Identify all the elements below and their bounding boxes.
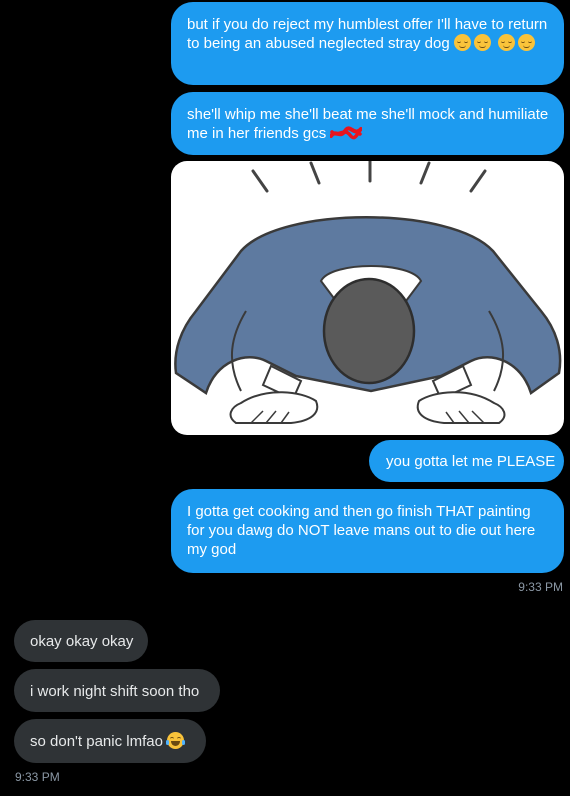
sent-message-bubble[interactable]: you gotta let me PLEASE bbox=[369, 440, 564, 482]
sent-timestamp: 9:33 PM bbox=[518, 580, 563, 594]
sent-message-bubble[interactable]: but if you do reject my humblest offer I… bbox=[171, 2, 564, 85]
message-text: okay okay okay bbox=[30, 633, 134, 650]
message-text: but if you do reject my humblest offer I… bbox=[187, 16, 548, 52]
red-redaction-scribble bbox=[330, 126, 363, 140]
relieved-face-icon bbox=[518, 34, 536, 51]
received-message-bubble[interactable]: i work night shift soon tho bbox=[14, 669, 220, 712]
bowing-person-illustration bbox=[174, 161, 562, 424]
received-timestamp: 9:33 PM bbox=[15, 770, 60, 784]
message-text: I gotta get cooking and then go finish T… bbox=[187, 503, 536, 558]
relieved-face-icon bbox=[453, 34, 471, 51]
received-message-bubble[interactable]: so don't panic lmfao bbox=[14, 719, 206, 763]
sent-message-bubble[interactable]: I gotta get cooking and then go finish T… bbox=[171, 489, 564, 573]
sent-message-bubble[interactable]: she'll whip me she'll beat me she'll moc… bbox=[171, 92, 564, 155]
message-text: i work night shift soon tho bbox=[30, 683, 200, 700]
received-message-bubble[interactable]: okay okay okay bbox=[14, 620, 148, 662]
relieved-face-icon bbox=[498, 34, 516, 51]
message-text: she'll whip me she'll beat me she'll moc… bbox=[187, 106, 549, 142]
face-with-tears-of-joy-icon bbox=[166, 732, 186, 749]
relieved-face-icon bbox=[473, 34, 491, 51]
message-text: you gotta let me PLEASE bbox=[386, 453, 556, 470]
image-attachment[interactable] bbox=[171, 161, 564, 435]
message-text: so don't panic lmfao bbox=[30, 733, 163, 750]
